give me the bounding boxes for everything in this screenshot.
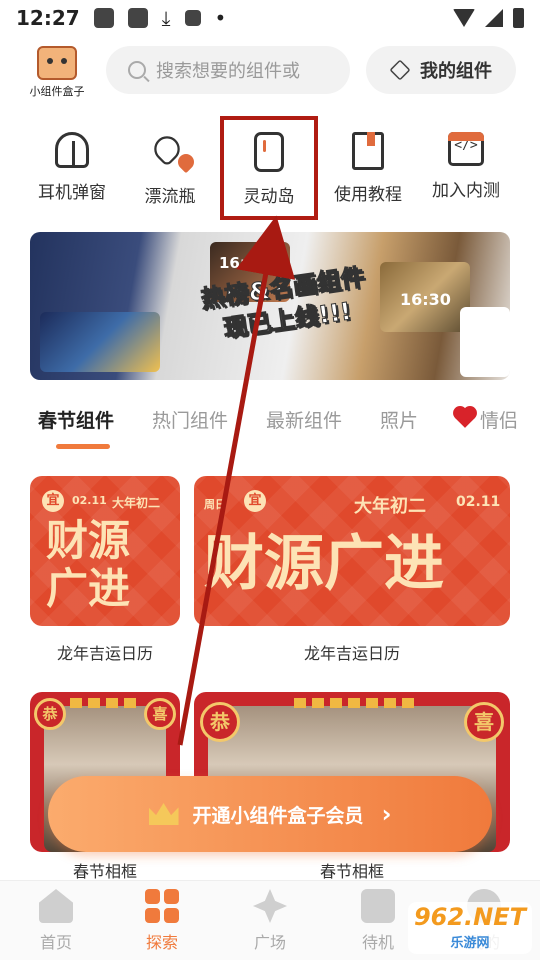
quick-item-label: 耳机弹窗 — [38, 183, 106, 203]
font-icon — [184, 10, 201, 26]
coins-decoration — [294, 698, 414, 708]
widget-card-calendar-small[interactable]: 宜 02.11 大年初二 财源 广进 — [30, 476, 180, 626]
chevron-right-icon: › — [381, 800, 392, 828]
widget-caption: 龙年吉运日历 — [303, 644, 400, 663]
layers-icon — [389, 59, 411, 81]
starry-night-art — [40, 312, 160, 372]
gong-badge: 恭 — [200, 702, 240, 742]
quick-item-label: 漂流瓶 — [144, 187, 196, 207]
highlight-box — [220, 116, 318, 220]
tab-explore-label: 探索 — [145, 933, 178, 952]
card-main-line-1: 财源 — [46, 516, 131, 565]
quick-item-tutorial[interactable]: 使用教程 — [318, 132, 418, 205]
card-main-line-2: 广进 — [46, 564, 131, 613]
signal-icon — [485, 9, 503, 27]
sparkle-icon — [253, 889, 287, 923]
tab-standby-label: 待机 — [361, 933, 394, 952]
tab-square-label: 广场 — [253, 933, 286, 952]
bottom-tab-bar: 首页 探索 广场 待机 我的 962.NET 乐游网 — [0, 880, 540, 960]
gong-badge: 恭 — [34, 698, 66, 730]
quick-item-label: 加入内测 — [432, 181, 500, 201]
standby-icon — [361, 889, 395, 923]
battery-icon — [513, 8, 524, 28]
app-logo-text: 小组件盒子 — [29, 85, 85, 98]
my-widgets-label: 我的组件 — [420, 61, 492, 82]
category-tabs: 春节组件 热门组件 最新组件 照片 情侣 — [38, 406, 518, 456]
search-icon — [128, 61, 146, 79]
tab-home-label: 首页 — [39, 933, 72, 952]
widget-caption: 龙年吉运日历 — [56, 644, 153, 663]
widget-caption: 春节相框 — [319, 862, 384, 881]
promo-banner[interactable]: 16:30 16:30 热榜&名画组件 现已上线!!! — [30, 232, 510, 380]
tab-couples-label: 情侣 — [480, 410, 519, 432]
active-tab-indicator — [56, 444, 110, 449]
quick-item-earphone-popup[interactable]: 耳机弹窗 — [22, 132, 122, 203]
tab-couples[interactable]: 情侣 — [455, 406, 519, 433]
card-date: 02.11 — [72, 494, 107, 507]
card-date: 02.11 — [456, 494, 501, 510]
banner-time: 16:30 — [400, 290, 451, 309]
search-placeholder: 搜索想要的组件或 — [156, 61, 300, 82]
book-icon — [352, 132, 384, 170]
status-bar: 12:27 ⤓ • — [0, 0, 540, 36]
tab-photos[interactable]: 照片 — [380, 406, 418, 433]
notification-icon — [127, 8, 148, 28]
status-time: 12:27 — [16, 6, 80, 30]
quick-item-join-beta[interactable]: </> 加入内测 — [416, 132, 516, 201]
quick-item-label: 使用教程 — [334, 185, 402, 205]
yi-badge: 宜 — [244, 490, 266, 512]
tab-square[interactable]: 广场 — [230, 889, 310, 953]
banner-time: 16:30 — [219, 254, 267, 272]
watermark-sub: 乐游网 — [450, 936, 490, 951]
tab-home[interactable]: 首页 — [16, 889, 96, 953]
heart-icon — [148, 130, 198, 174]
dot-icon: • — [214, 6, 227, 30]
vip-membership-button[interactable]: 开通小组件盒子会员 › — [48, 776, 492, 852]
card-weekday: 周日 — [204, 498, 226, 511]
wifi-icon — [453, 9, 475, 27]
card-lunar: 大年初二 — [112, 496, 161, 510]
my-widgets-button[interactable]: 我的组件 — [366, 46, 516, 94]
quick-item-drift-bottle[interactable]: 漂流瓶 — [120, 130, 220, 207]
crown-icon — [148, 803, 179, 825]
tab-latest[interactable]: 最新组件 — [266, 406, 342, 433]
yi-badge: 宜 — [42, 490, 64, 512]
app-logo[interactable]: 小组件盒子 — [22, 46, 92, 99]
heart-icon — [455, 408, 475, 428]
list-widget-card — [460, 307, 510, 377]
watermark-brand: 962.NET — [413, 903, 527, 931]
notification-icon — [93, 8, 114, 28]
tab-popular[interactable]: 热门组件 — [152, 406, 228, 433]
search-input[interactable]: 搜索想要的组件或 — [106, 46, 350, 94]
top-bar: 小组件盒子 搜索想要的组件或 我的组件 — [0, 40, 540, 104]
download-icon: ⤓ — [161, 6, 171, 30]
xi-badge: 喜 — [144, 698, 176, 730]
card-main-text: 财源广进 — [204, 529, 444, 599]
xi-badge: 喜 — [464, 702, 504, 742]
box-logo-icon — [37, 46, 77, 80]
widget-card-calendar-large[interactable]: 周日 宜 大年初二 02.11 财源广进 — [194, 476, 510, 626]
tab-explore[interactable]: 探索 — [122, 889, 202, 953]
home-icon — [39, 889, 73, 923]
code-icon: </> — [448, 132, 484, 166]
coins-decoration — [70, 698, 140, 708]
grid-icon — [145, 889, 179, 923]
tab-standby[interactable]: 待机 — [338, 889, 418, 953]
earphone-icon — [55, 132, 89, 168]
watermark: 962.NET 乐游网 — [408, 902, 532, 954]
widget-caption: 春节相框 — [72, 862, 137, 881]
tab-spring-festival[interactable]: 春节组件 — [38, 406, 114, 433]
vip-label: 开通小组件盒子会员 — [192, 804, 364, 827]
card-lunar: 大年初二 — [354, 496, 426, 517]
